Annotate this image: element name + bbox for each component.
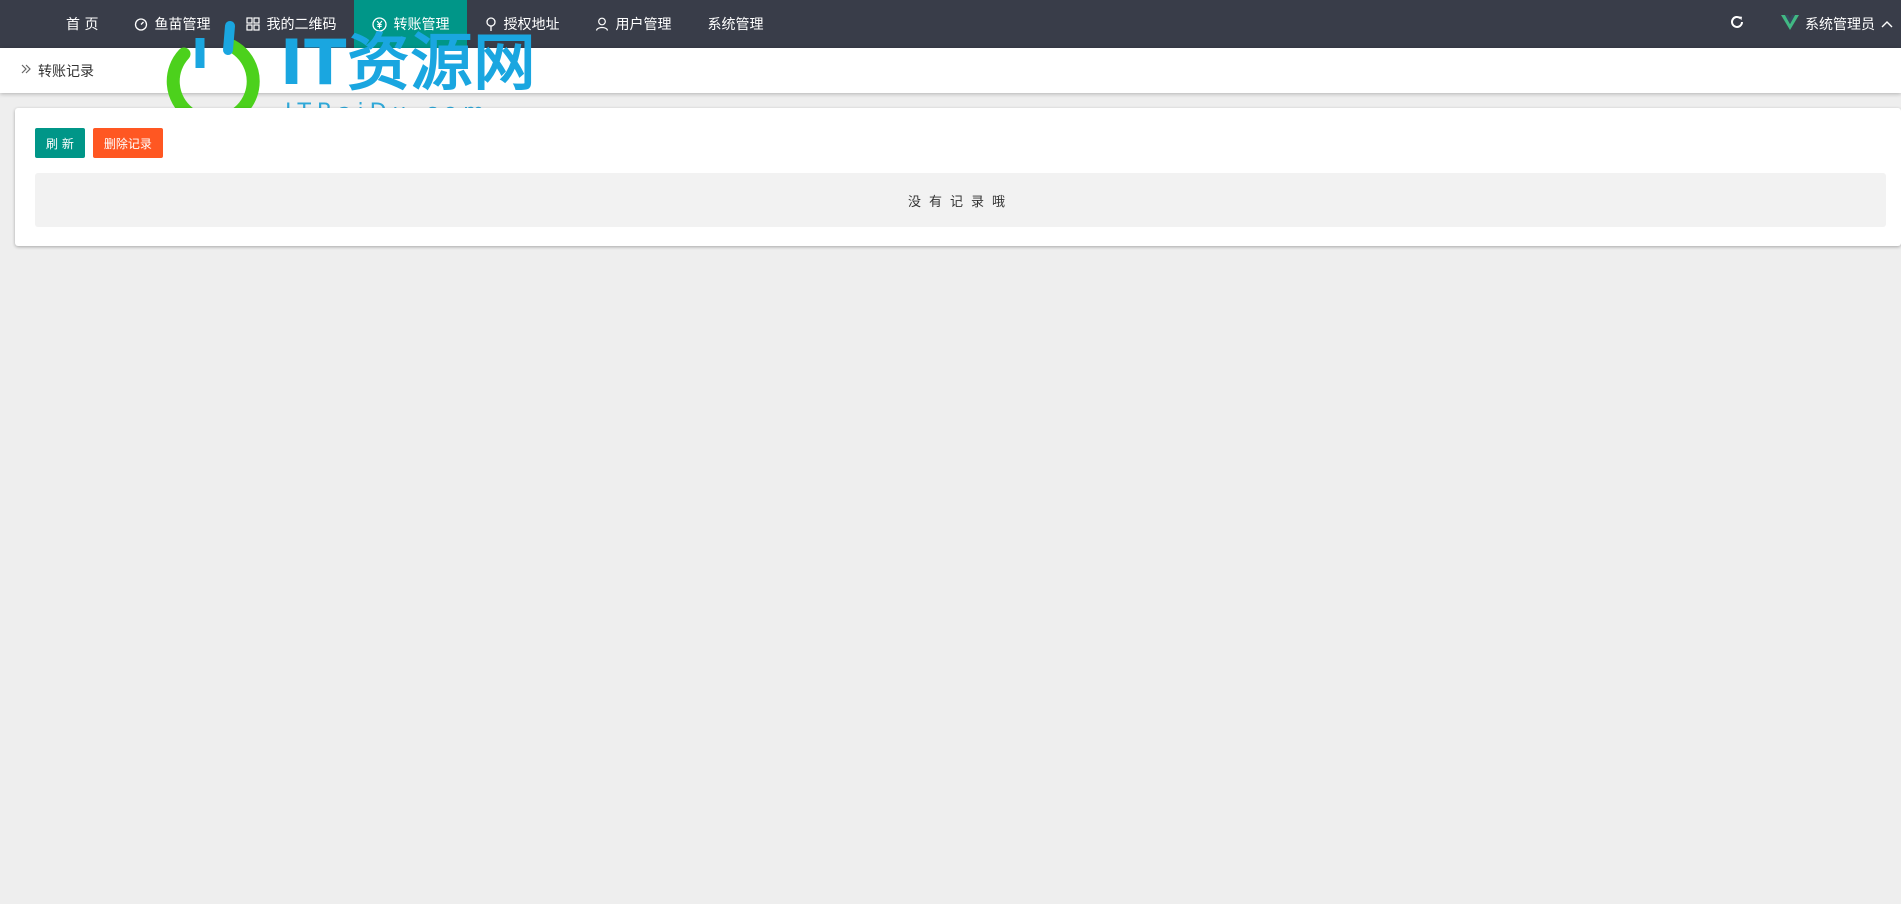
records-card: 刷 新 删除记录 没有记录哦 <box>15 108 1901 246</box>
nav-item-home[interactable]: 首 页 <box>48 0 116 48</box>
nav-item-label: 用户管理 <box>615 17 672 33</box>
nav-item-qrcode[interactable]: 我的二维码 <box>228 0 354 48</box>
refresh-records-button[interactable]: 刷 新 <box>35 128 85 158</box>
user-name: 系统管理员 <box>1805 17 1875 33</box>
nav-item-transfer[interactable]: 转账管理 <box>354 0 468 48</box>
vue-logo-icon <box>1781 14 1799 34</box>
nav-item-users[interactable]: 用户管理 <box>577 0 689 48</box>
refresh-icon <box>1729 14 1745 34</box>
grid-icon <box>246 17 261 31</box>
pin-icon <box>485 16 497 32</box>
timer-icon <box>134 17 148 31</box>
user-icon <box>595 17 609 31</box>
nav-item-auth-address[interactable]: 授权地址 <box>467 0 577 48</box>
main-nav: 首 页 鱼苗管理 我的二维码 转账管理 授权地址 用户管理 系统管理 <box>0 0 781 48</box>
empty-state: 没有记录哦 <box>35 173 1886 227</box>
nav-item-label: 系统管理 <box>707 17 764 33</box>
breadcrumb-label: 转账记录 <box>38 63 94 80</box>
nav-item-fry[interactable]: 鱼苗管理 <box>116 0 228 48</box>
topbar-right: 系统管理员 <box>1713 0 1901 48</box>
top-navbar: 首 页 鱼苗管理 我的二维码 转账管理 授权地址 用户管理 系统管理 系统管理员 <box>0 0 1901 48</box>
yen-icon <box>372 16 388 32</box>
user-menu[interactable]: 系统管理员 <box>1761 0 1901 48</box>
double-chevron-right-icon <box>20 63 32 79</box>
nav-item-label: 授权地址 <box>503 17 560 33</box>
delete-records-button[interactable]: 删除记录 <box>92 128 163 158</box>
breadcrumb: 转账记录 <box>0 48 1901 93</box>
nav-item-system[interactable]: 系统管理 <box>689 0 781 48</box>
nav-item-label: 鱼苗管理 <box>154 17 211 33</box>
nav-item-label: 转账管理 <box>393 17 450 33</box>
nav-item-label: 我的二维码 <box>266 17 337 33</box>
chevron-up-icon <box>1881 16 1893 32</box>
toolbar: 刷 新 删除记录 <box>35 128 163 158</box>
nav-item-label: 首 页 <box>66 17 99 33</box>
refresh-button[interactable] <box>1713 0 1761 48</box>
